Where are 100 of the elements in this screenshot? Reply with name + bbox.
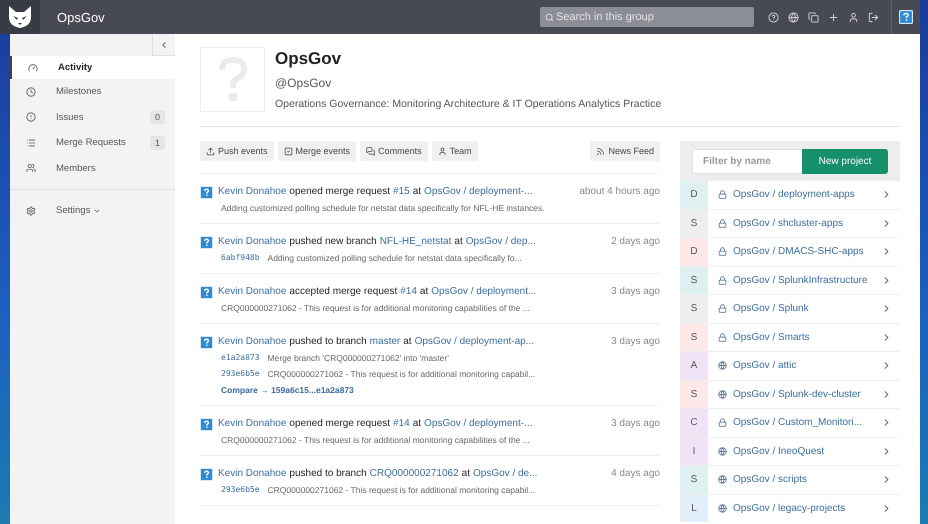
avatar-icon — [200, 468, 213, 481]
event-link[interactable]: NFL-HE_netstat — [380, 236, 452, 247]
project-item[interactable]: S OpsGov / scripts — [680, 465, 900, 494]
event-link[interactable]: Kevin Donahoe — [218, 286, 286, 297]
sidebar-item[interactable]: Issues 0 — [10, 104, 175, 130]
avatar-icon — [200, 236, 213, 249]
event-link[interactable]: #14 — [400, 286, 417, 297]
event-action: at — [462, 468, 470, 479]
project-name: OpsGov / legacy-projects — [733, 502, 846, 514]
commit-message: Adding customized polling schedule for netstat data specifically fo... — [268, 253, 522, 263]
commit-sha[interactable]: e1a2a873 — [221, 353, 260, 363]
logout-icon[interactable] — [868, 12, 879, 22]
event-link[interactable]: Kevin Donahoe — [218, 468, 286, 479]
project-letter: S — [680, 466, 708, 494]
group-name: OpsGov — [275, 49, 342, 69]
project-letter: S — [680, 266, 708, 294]
project-item[interactable]: I OpsGov / IneoQuest — [680, 436, 900, 465]
project-item[interactable]: S OpsGov / Splunk-dev-cluster — [680, 380, 900, 408]
event-link[interactable]: OpsGov / deployment... — [431, 286, 536, 297]
commit-sha[interactable]: 6abf948b — [221, 253, 260, 263]
avatar-icon — [200, 418, 213, 431]
event-action: at — [412, 418, 422, 429]
clock-icon — [26, 86, 36, 97]
project-item[interactable]: S OpsGov / SplunkInfrastructure — [680, 266, 900, 294]
event-link[interactable]: OpsGov / dep... — [466, 236, 536, 247]
project-name: OpsGov / SplunkInfrastructure — [733, 274, 868, 286]
project-letter: L — [680, 494, 708, 522]
event-time: 3 days ago — [611, 336, 660, 347]
event-link[interactable]: OpsGov / deployment-ap... — [414, 336, 534, 347]
plus-icon[interactable] — [828, 12, 839, 22]
commit-message: CRQ000000271062 - This request is for additional monitoring capabil... — [268, 369, 536, 379]
filter-button[interactable]: Merge events — [278, 141, 356, 161]
filter-button[interactable]: Team — [432, 141, 478, 161]
project-letter: C — [680, 409, 708, 436]
avatar-icon — [899, 10, 913, 24]
event-time: 2 days ago — [611, 236, 660, 247]
project-name: OpsGov / shcluster-apps — [733, 218, 844, 229]
project-item[interactable]: A OpsGov / attic — [680, 351, 900, 380]
project-item[interactable]: S OpsGov / Smarts — [680, 322, 900, 351]
event-description: CRQ000000271062 - This request is for additional monitoring capabilities of the ... — [220, 303, 531, 313]
sidebar-item[interactable]: Milestones — [10, 79, 175, 104]
news-feed-button[interactable]: News Feed — [590, 141, 660, 161]
list-icon — [26, 138, 36, 148]
new-project-button[interactable]: New project — [802, 149, 888, 174]
event-time: 3 days ago — [611, 286, 660, 297]
event-link[interactable]: Kevin Donahoe — [218, 418, 286, 429]
event-link[interactable]: Kevin Donahoe — [218, 336, 286, 347]
project-item[interactable]: C OpsGov / Custom_Monitori... — [680, 408, 900, 436]
filter-field[interactable]: Filter by name — [692, 149, 802, 174]
project-letter: S — [680, 324, 708, 351]
event-link[interactable]: Kevin Donahoe — [218, 186, 286, 197]
event-link[interactable]: #14 — [393, 418, 410, 429]
filter-button[interactable]: Push events — [200, 141, 274, 161]
event-action: at — [412, 186, 422, 197]
project-letter: D — [680, 181, 708, 208]
event-time: about 4 hours ago — [579, 186, 660, 197]
event-link[interactable]: master — [370, 336, 400, 347]
gauge-icon — [28, 62, 38, 72]
project-item[interactable]: L OpsGov / legacy-projects — [680, 494, 900, 522]
help-icon[interactable] — [768, 12, 779, 22]
commit-sha[interactable]: 293e6b5e — [221, 485, 260, 495]
user-icon[interactable] — [848, 12, 859, 22]
sidebar-item[interactable]: Activity — [10, 56, 175, 79]
project-letter: D — [680, 238, 708, 266]
project-item[interactable]: S OpsGov / shcluster-apps — [680, 208, 900, 237]
search-field[interactable]: Search in this group — [540, 7, 754, 27]
sidebar-item[interactable]: Members — [10, 156, 175, 181]
project-name: OpsGov / deployment-apps — [733, 189, 855, 200]
event-link[interactable]: OpsGov / de... — [472, 468, 538, 479]
event-link[interactable]: OpsGov / deployment-... — [424, 418, 532, 429]
compare-link[interactable]: Compare → 159a6c15...e1a2a873 — [218, 385, 660, 395]
copy-icon[interactable] — [808, 12, 819, 22]
project-item[interactable]: D OpsGov / DMACS-SHC-apps — [680, 237, 900, 266]
project-item[interactable]: D OpsGov / deployment-apps — [680, 180, 900, 208]
event-link[interactable]: #15 — [393, 186, 410, 197]
project-name: OpsGov / Custom_Monitori... — [733, 417, 862, 428]
filter-button[interactable]: Comments — [360, 141, 428, 161]
search-icon — [545, 13, 554, 22]
fox-logo[interactable] — [7, 5, 33, 29]
globe-icon[interactable] — [788, 12, 799, 22]
alert-icon — [26, 112, 36, 122]
upload-icon — [206, 146, 215, 156]
project-name: OpsGov / DMACS-SHC-apps — [733, 246, 864, 258]
event-link[interactable]: OpsGov / deployment-... — [424, 186, 532, 197]
project-name: OpsGov / IneoQuest — [733, 446, 824, 457]
commit-sha[interactable]: 293e6b5e — [221, 369, 260, 379]
count-badge: 0 — [150, 110, 165, 124]
gear-icon — [26, 206, 36, 216]
avatar-icon — [200, 286, 213, 299]
sidebar-item[interactable]: Merge Requests 1 — [10, 130, 175, 156]
event-action: pushed to branch — [289, 468, 367, 479]
event-link[interactable]: CRQ000000271062 — [370, 468, 459, 479]
group-handle: @OpsGov — [275, 76, 332, 90]
group-description: Operations Governance: Monitoring Architecture & IT Operations Analytics Practice — [275, 98, 662, 110]
event-description: Adding customized polling schedule for netstat data specifically for NFL-HE instances. — [220, 203, 546, 213]
project-item[interactable]: S OpsGov / Splunk — [680, 294, 900, 322]
event-link[interactable]: Kevin Donahoe — [218, 236, 286, 247]
event-action: at — [403, 336, 412, 347]
users-icon — [26, 163, 36, 174]
project-name: OpsGov / Splunk-dev-cluster — [733, 388, 861, 400]
